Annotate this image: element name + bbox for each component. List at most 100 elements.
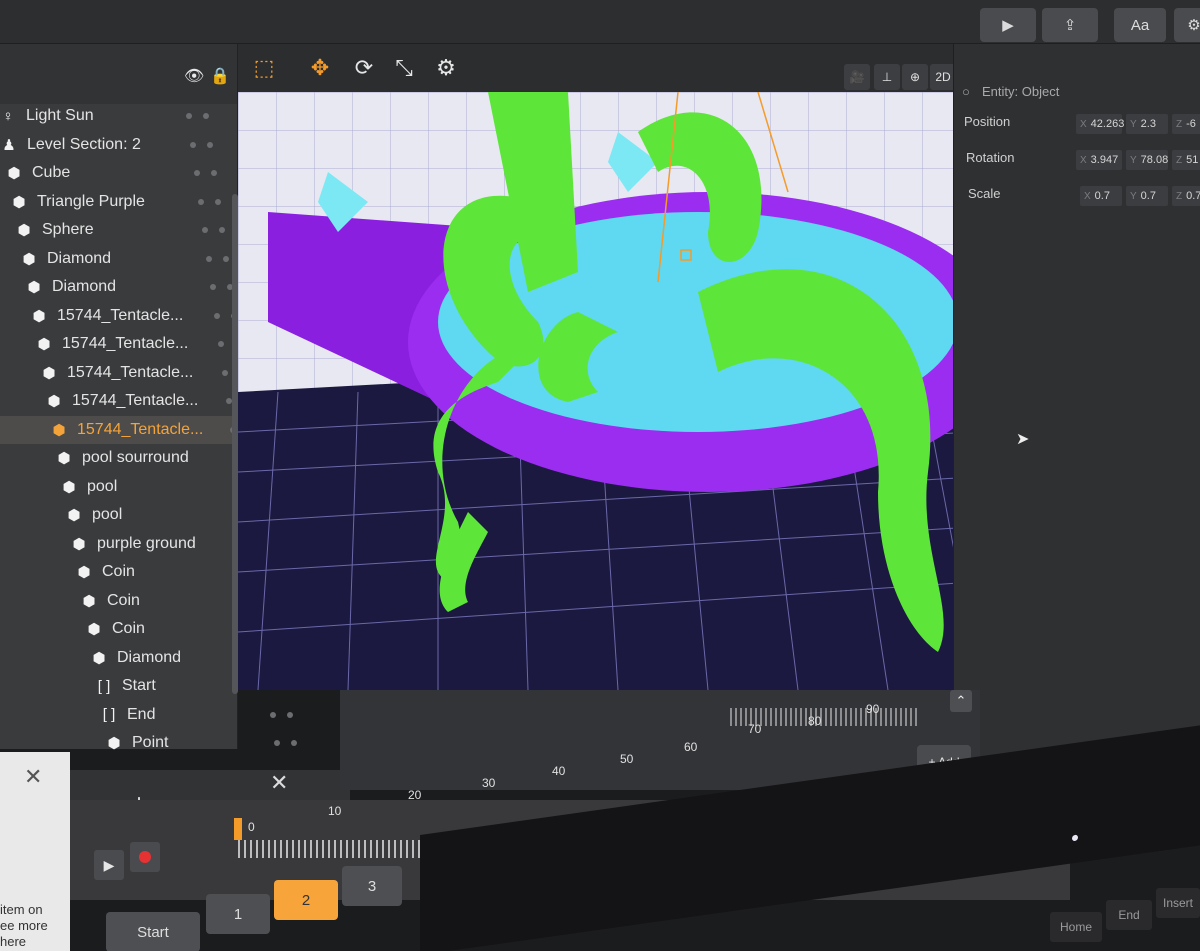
- close-icon[interactable]: ✕: [270, 770, 288, 796]
- toggle-dot[interactable]: [190, 141, 196, 148]
- toggle-dot[interactable]: [206, 255, 212, 262]
- scale-icon: ⤡: [395, 55, 413, 80]
- scale-y-field[interactable]: Y 0.7: [1126, 186, 1168, 206]
- position-z-field[interactable]: Z -6: [1172, 114, 1200, 134]
- outliner-item[interactable]: ⬢ 15744_Tentacle...: [0, 415, 253, 444]
- position-y-field[interactable]: Y 2.3: [1126, 114, 1168, 134]
- outliner-item[interactable]: ⬢ Triangle Purple: [0, 188, 232, 216]
- outliner-item-label: Light Sun: [26, 107, 94, 124]
- hint-panel: ✕ item on ee more here: [0, 752, 70, 951]
- toggle-dot[interactable]: [211, 170, 217, 176]
- hexagon-icon: ⬢: [57, 450, 71, 467]
- axis-button[interactable]: ⊥: [874, 64, 900, 90]
- scene-start-button[interactable]: Start: [106, 912, 200, 951]
- play-button[interactable]: ▶: [980, 8, 1036, 42]
- select-tool[interactable]: ⬚: [248, 52, 280, 84]
- visibility-toggles[interactable]: [210, 273, 233, 301]
- outliner-item[interactable]: ⬢ 15744_Tentacle...: [0, 387, 249, 415]
- toggle-dot[interactable]: [210, 284, 216, 290]
- scale-z-field[interactable]: Z 0.7: [1172, 186, 1200, 206]
- camera-button[interactable]: 🎥: [844, 64, 870, 90]
- scale-x-field[interactable]: X 0.7: [1080, 186, 1122, 206]
- eye-icon[interactable]: 👁: [184, 66, 204, 86]
- tick-label: 20: [408, 788, 422, 802]
- position-x-field[interactable]: X 42.263: [1076, 114, 1124, 134]
- outliner-item[interactable]: ⬢ purple ground: [0, 530, 269, 558]
- toggle-dot[interactable]: [223, 255, 229, 262]
- rotation-y-field[interactable]: Y 78.08: [1126, 150, 1168, 170]
- outliner-item-label: pool: [87, 477, 118, 495]
- move-tool[interactable]: ✥: [304, 52, 336, 84]
- toggle-dot[interactable]: [287, 711, 293, 718]
- toggle-dot[interactable]: [207, 141, 213, 148]
- outliner-item[interactable]: ⬢ Diamond: [0, 644, 285, 672]
- outliner-item[interactable]: [ ] End: [0, 701, 293, 729]
- toggle-dot[interactable]: [270, 711, 276, 718]
- record-button[interactable]: [130, 842, 160, 872]
- toggle-dot[interactable]: [186, 113, 192, 119]
- toggle-dot[interactable]: [198, 198, 204, 205]
- scene-2-button[interactable]: 2: [274, 880, 338, 920]
- axis-y: Y: [1130, 154, 1137, 166]
- toggle-dot[interactable]: [202, 227, 208, 233]
- outliner-item[interactable]: ⬢ 15744_Tentacle...: [0, 302, 237, 330]
- toggle-dot[interactable]: [219, 227, 225, 233]
- toggle-dot[interactable]: [218, 341, 224, 347]
- hint-text: item on ee more here: [0, 902, 70, 950]
- collapse-button[interactable]: ⌃: [950, 690, 972, 712]
- scene-3-button[interactable]: 3: [342, 866, 402, 906]
- globe-button[interactable]: ⊕: [902, 64, 928, 90]
- toggle-dot[interactable]: [215, 198, 221, 205]
- toggle-dot[interactable]: [214, 312, 220, 319]
- lock-icon[interactable]: 🔒: [210, 66, 230, 86]
- outliner-item[interactable]: ⬢ Diamond: [0, 245, 232, 273]
- visibility-toggles[interactable]: [206, 245, 229, 273]
- settings-tool[interactable]: ⚙: [430, 52, 462, 84]
- font-button[interactable]: Aa: [1114, 8, 1166, 42]
- toggle-dot[interactable]: [274, 740, 280, 746]
- hexagon-icon: ⬢: [77, 564, 91, 581]
- toggle-dot[interactable]: [203, 113, 209, 119]
- outliner-item[interactable]: ⬢ pool sourround: [0, 444, 257, 472]
- toggle-dot[interactable]: [291, 740, 297, 746]
- outliner-item[interactable]: ♀ Light Sun: [0, 102, 232, 130]
- outliner-item[interactable]: ⬢ Coin: [0, 615, 281, 643]
- outliner-item[interactable]: ⬢ 15744_Tentacle...: [0, 330, 241, 358]
- outliner-item[interactable]: ⬢ pool: [0, 501, 265, 529]
- visibility-toggles[interactable]: [198, 188, 221, 216]
- outliner-item[interactable]: ⬢ Coin: [0, 558, 273, 586]
- play-button[interactable]: ▶: [94, 850, 124, 880]
- outliner-item[interactable]: ⬢ Cube: [0, 159, 232, 187]
- scale-tool[interactable]: ⤡: [388, 52, 420, 84]
- outliner-item[interactable]: ⬢ 15744_Tentacle...: [0, 359, 245, 387]
- toggle-dot[interactable]: [222, 369, 228, 376]
- close-icon[interactable]: ✕: [24, 764, 42, 790]
- visibility-toggles[interactable]: [186, 102, 209, 130]
- scene-viewport[interactable]: ↺: [238, 92, 973, 690]
- tick-label: 30: [482, 776, 496, 790]
- toggle-dot[interactable]: [194, 170, 200, 176]
- outliner-item[interactable]: ⬢ pool: [0, 473, 261, 501]
- rotate-tool[interactable]: ⟳: [348, 52, 380, 84]
- outliner-item[interactable]: ⬢ Diamond: [0, 273, 233, 301]
- rotation-x-field[interactable]: X 3.947: [1076, 150, 1122, 170]
- visibility-toggles[interactable]: [194, 159, 217, 187]
- outliner-item[interactable]: ⬢ Coin: [0, 587, 277, 615]
- playhead[interactable]: [234, 818, 242, 840]
- outliner-item[interactable]: [ ] Start: [0, 672, 289, 700]
- outliner-item-label: pool: [92, 506, 123, 523]
- outliner-item-label: 15744_Tentacle...: [62, 335, 189, 352]
- rotation-z-field[interactable]: Z 51: [1172, 150, 1200, 170]
- visibility-toggles[interactable]: [274, 729, 297, 757]
- select-box-icon: ⬚: [253, 55, 275, 80]
- outliner-item[interactable]: ♟ Level Section: 2: [0, 131, 232, 159]
- visibility-toggles[interactable]: [190, 131, 213, 159]
- settings-button[interactable]: ⚙: [1174, 8, 1200, 42]
- visibility-toggles[interactable]: [270, 701, 293, 729]
- entity-icon: ○: [962, 84, 970, 99]
- outliner-item[interactable]: ⬢ Sphere: [0, 216, 232, 244]
- axis-icon: ⊥: [881, 70, 893, 84]
- export-button[interactable]: ⇪: [1042, 8, 1098, 42]
- visibility-toggles[interactable]: [202, 216, 225, 244]
- scene-1-button[interactable]: 1: [206, 894, 270, 934]
